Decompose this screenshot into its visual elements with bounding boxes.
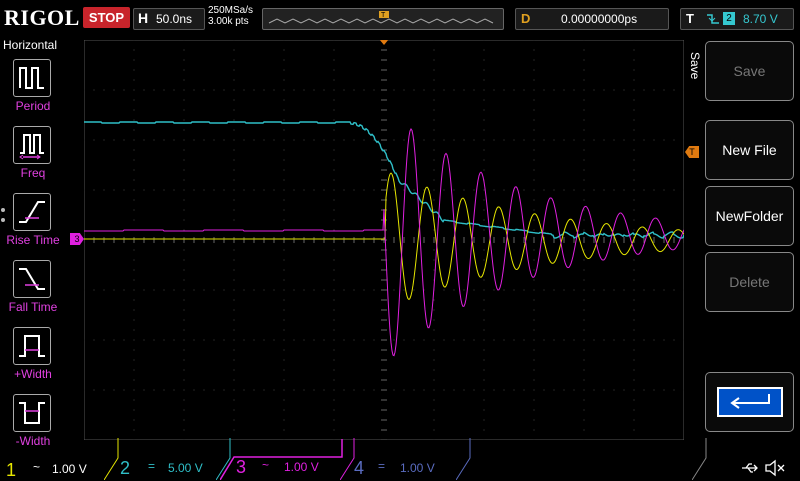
save-button[interactable]: Save (705, 41, 794, 101)
run-stop-indicator[interactable]: STOP (83, 7, 130, 28)
delay-letter: D (521, 11, 531, 26)
trigger-level-marker[interactable]: T (685, 146, 699, 158)
frequency-icon (13, 126, 51, 164)
menu-title: Horizontal (3, 38, 58, 52)
channel1-number: 1 (6, 460, 17, 480)
channel1-scale: 1.00 V (52, 462, 87, 476)
sample-rate: 250MSa/s (208, 5, 254, 16)
measure-period[interactable]: Period (2, 57, 60, 123)
top-status-bar: RIGOL STOP H 50.0ns 250MSa/s 3.00k pts T… (0, 0, 800, 36)
channel3-scale: 1.00 V (284, 460, 319, 474)
trigger-level-value: 8.70 V (743, 12, 778, 26)
waveform-display[interactable] (84, 40, 684, 440)
channel4-scale: 1.00 V (400, 461, 435, 475)
channel1-status[interactable]: 1 ~ 1.00 V (0, 458, 112, 480)
negative-width-label: -Width (15, 434, 51, 448)
channel4-number: 4 (354, 458, 365, 478)
channel3-coupling: ~ (262, 458, 270, 472)
save-button-label: Save (733, 63, 766, 79)
new-file-button-label: New File (722, 142, 777, 158)
fall-time-icon (13, 260, 51, 298)
fall-time-label: Fall Time (8, 300, 58, 314)
positive-width-label: +Width (14, 367, 52, 381)
positive-width-icon (13, 327, 51, 365)
channel3-offset-marker[interactable]: 3 (70, 233, 84, 245)
new-folder-button[interactable]: NewFolder (705, 186, 794, 246)
position-bar-graphic: T (268, 11, 494, 24)
trigger-source-badge: 2 (723, 12, 735, 25)
channel4-status[interactable]: 4 = 1.00 V (352, 458, 464, 480)
delay-box[interactable]: D 0.00000000ps (515, 8, 669, 30)
waveform-position-bar[interactable]: T (262, 8, 504, 30)
negative-width-icon (13, 394, 51, 432)
channel3-status[interactable]: 3 ~ 1.00 V (220, 439, 350, 480)
channel4-coupling: = (378, 459, 386, 473)
period-label: Period (15, 99, 51, 113)
new-folder-button-label: NewFolder (715, 208, 784, 224)
horizontal-letter: H (138, 10, 149, 26)
rigol-logo: RIGOL (4, 5, 80, 30)
delete-button[interactable]: Delete (705, 252, 794, 312)
channel2-coupling: = (148, 459, 156, 473)
trigger-box[interactable]: T 2 8.70 V (680, 8, 794, 30)
save-menu-title: Save (688, 52, 702, 80)
memory-depth: 3.00k pts (208, 16, 249, 27)
channel2-scale: 5.00 V (168, 461, 203, 475)
horizontal-timebase-box[interactable]: H 50.0ns (133, 8, 205, 30)
channel4-tab-edge (456, 438, 471, 480)
channel1-coupling: ~ (33, 460, 41, 474)
period-icon (13, 59, 51, 97)
new-file-button[interactable]: New File (705, 120, 794, 180)
delay-value: 0.00000000ps (561, 12, 638, 26)
rise-time-label: Rise Time (6, 233, 60, 247)
measure-positive-width[interactable]: +Width (2, 325, 60, 391)
svg-text:T: T (381, 12, 386, 19)
trigger-letter: T (686, 11, 694, 26)
measure-negative-width[interactable]: -Width (2, 392, 60, 458)
speaker-mute-icon[interactable] (764, 459, 786, 477)
usb-icon (742, 463, 758, 473)
acquisition-info: 250MSa/s 3.00k pts (208, 5, 253, 27)
channel2-status[interactable]: 2 = 5.00 V (118, 458, 230, 480)
rise-time-icon (13, 193, 51, 231)
channel2-number: 2 (120, 458, 131, 478)
channel3-number: 3 (236, 457, 247, 477)
measure-rise-time[interactable]: Rise Time (2, 191, 60, 257)
return-arrow-icon (716, 387, 783, 417)
delete-button-label: Delete (729, 274, 770, 290)
measure-frequency[interactable]: Freq (2, 124, 60, 190)
timebase-value: 50.0ns (156, 12, 193, 26)
back-button[interactable] (705, 372, 794, 432)
measure-fall-time[interactable]: Fall Time (2, 258, 60, 324)
frequency-label: Freq (20, 166, 46, 180)
status-tab-edge (692, 438, 707, 480)
falling-edge-icon (707, 14, 719, 24)
